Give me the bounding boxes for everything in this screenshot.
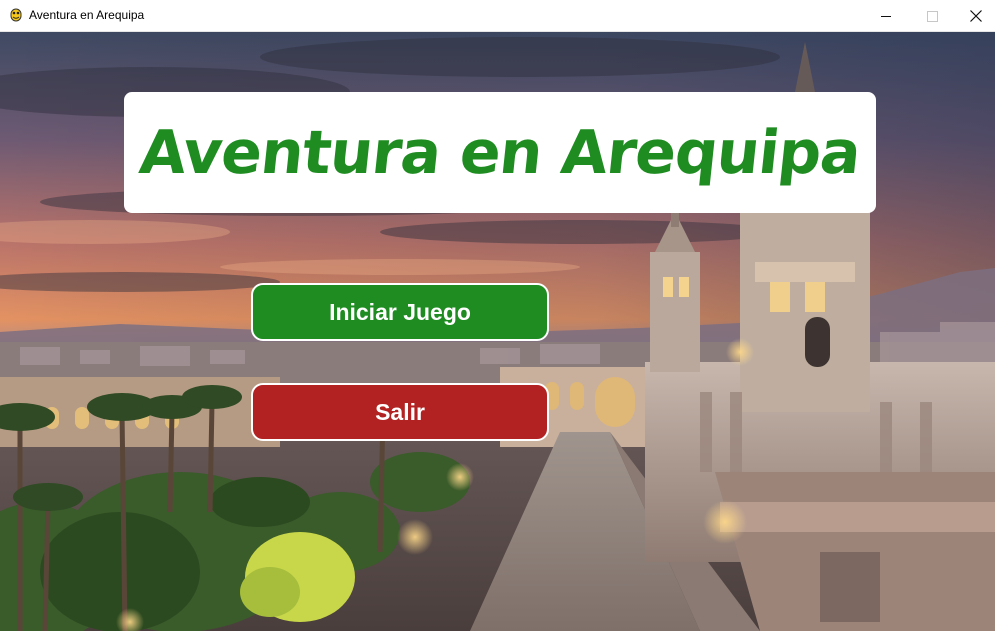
start-game-button[interactable]: Iniciar Juego	[251, 283, 549, 341]
minimize-button[interactable]	[863, 0, 909, 32]
game-title: Aventura en Arequipa	[136, 117, 864, 188]
window-title: Aventura en Arequipa	[29, 8, 145, 22]
close-icon	[970, 10, 982, 22]
window-title-bar[interactable]: Aventura en Arequipa	[0, 0, 995, 32]
title-card: Aventura en Arequipa	[124, 92, 876, 213]
exit-button[interactable]: Salir	[251, 383, 549, 441]
maximize-button[interactable]	[909, 0, 955, 32]
pygame-snake-icon	[10, 8, 22, 22]
close-button[interactable]	[955, 0, 995, 32]
game-screen: Aventura en Arequipa Iniciar Juego Salir	[0, 32, 995, 631]
